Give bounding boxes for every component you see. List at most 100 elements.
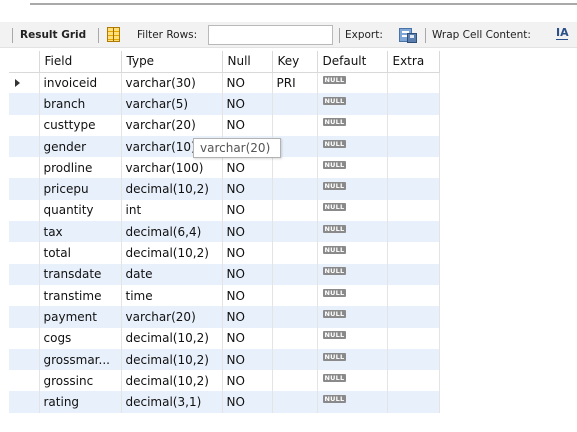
cell-type[interactable]: decimal(10,2)	[121, 327, 223, 349]
table-row[interactable]: tax decimal(6,4) NO NULL	[9, 221, 440, 243]
cell-extra[interactable]	[387, 199, 440, 222]
row-marker[interactable]	[9, 327, 40, 349]
cell-default[interactable]: NULL	[317, 242, 388, 264]
cell-key[interactable]	[272, 157, 318, 179]
cell-null[interactable]: NO	[222, 391, 273, 413]
cell-type[interactable]: time	[121, 284, 223, 307]
table-row[interactable]: total decimal(10,2) NO NULL	[9, 242, 440, 264]
export-icon[interactable]	[397, 26, 419, 44]
cell-field[interactable]: prodline	[39, 157, 122, 179]
cell-null[interactable]: NO	[222, 221, 273, 243]
cell-field[interactable]: gender	[39, 135, 122, 158]
row-marker[interactable]	[9, 178, 40, 200]
cell-field[interactable]: cogs	[39, 327, 122, 349]
row-marker[interactable]	[9, 348, 40, 371]
column-header-key[interactable]: Key	[272, 51, 318, 73]
cell-default[interactable]: NULL	[317, 221, 388, 243]
cell-null[interactable]: NO	[222, 263, 273, 285]
table-row[interactable]: grossmar... decimal(10,2) NO NULL	[9, 348, 440, 371]
table-row[interactable]: rating decimal(3,1) NO NULL	[9, 391, 440, 413]
row-marker[interactable]	[9, 263, 40, 285]
cell-key[interactable]	[272, 284, 318, 307]
cell-key[interactable]	[272, 370, 318, 392]
table-row[interactable]: invoiceid varchar(30) NO PRI NULL	[9, 72, 440, 94]
cell-key[interactable]	[272, 327, 318, 349]
cell-type[interactable]: varchar(30)	[121, 72, 223, 94]
cell-key[interactable]	[272, 306, 318, 328]
cell-key[interactable]	[272, 114, 318, 136]
cell-type[interactable]: decimal(10,2)	[121, 242, 223, 264]
table-row[interactable]: transdate date NO NULL	[9, 263, 440, 285]
cell-default[interactable]: NULL	[317, 114, 388, 136]
cell-default[interactable]: NULL	[317, 72, 388, 94]
cell-extra[interactable]	[387, 370, 440, 392]
cell-extra[interactable]	[387, 135, 440, 158]
column-header-type[interactable]: Type	[121, 51, 223, 73]
cell-default[interactable]: NULL	[317, 284, 388, 307]
cell-type[interactable]: decimal(10,2)	[121, 370, 223, 392]
cell-default[interactable]: NULL	[317, 391, 388, 413]
cell-default[interactable]: NULL	[317, 135, 388, 158]
cell-field[interactable]: grossmar...	[39, 348, 122, 371]
cell-null[interactable]: NO	[222, 114, 273, 136]
cell-field[interactable]: total	[39, 242, 122, 264]
cell-null[interactable]: NO	[222, 72, 273, 94]
cell-type[interactable]: decimal(6,4)	[121, 221, 223, 243]
cell-default[interactable]: NULL	[317, 348, 388, 371]
cell-default[interactable]: NULL	[317, 306, 388, 328]
cell-default[interactable]: NULL	[317, 263, 388, 285]
cell-type[interactable]: varchar(20)	[121, 114, 223, 136]
cell-extra[interactable]	[387, 221, 440, 243]
cell-default[interactable]: NULL	[317, 93, 388, 115]
cell-type[interactable]: varchar(100)	[121, 157, 223, 179]
table-row[interactable]: payment varchar(20) NO NULL	[9, 306, 440, 328]
cell-extra[interactable]	[387, 114, 440, 136]
row-marker[interactable]	[9, 157, 40, 179]
cell-key[interactable]	[272, 348, 318, 371]
cell-type[interactable]: varchar(20)	[121, 306, 223, 328]
cell-key[interactable]	[272, 263, 318, 285]
column-header-null[interactable]: Null	[222, 51, 273, 73]
cell-field[interactable]: payment	[39, 306, 122, 328]
row-marker[interactable]	[9, 370, 40, 392]
cell-type[interactable]: decimal(10,2)	[121, 178, 223, 200]
cell-key[interactable]: PRI	[272, 72, 318, 94]
cell-field[interactable]: grossinc	[39, 370, 122, 392]
column-header-field[interactable]: Field	[39, 51, 122, 73]
cell-default[interactable]: NULL	[317, 370, 388, 392]
table-row[interactable]: transtime time NO NULL	[9, 284, 440, 307]
filter-rows-input[interactable]	[208, 25, 333, 45]
cell-default[interactable]: NULL	[317, 327, 388, 349]
row-marker[interactable]	[9, 72, 40, 94]
result-grid-icon[interactable]	[107, 27, 120, 42]
cell-extra[interactable]	[387, 391, 440, 413]
row-marker[interactable]	[9, 306, 40, 328]
cell-null[interactable]: NO	[222, 242, 273, 264]
row-marker[interactable]	[9, 391, 40, 413]
cell-field[interactable]: custtype	[39, 114, 122, 136]
table-row[interactable]: prodline varchar(100) NO NULL	[9, 157, 440, 179]
cell-extra[interactable]	[387, 348, 440, 371]
column-header-default[interactable]: Default	[317, 51, 388, 73]
cell-field[interactable]: pricepu	[39, 178, 122, 200]
cell-field[interactable]: tax	[39, 221, 122, 243]
row-marker[interactable]	[9, 114, 40, 136]
cell-type[interactable]: varchar(5)	[121, 93, 223, 115]
row-marker[interactable]	[9, 135, 40, 158]
row-marker[interactable]	[9, 93, 40, 115]
cell-null[interactable]: NO	[222, 348, 273, 371]
cell-extra[interactable]	[387, 263, 440, 285]
cell-field[interactable]: transdate	[39, 263, 122, 285]
cell-key[interactable]	[272, 391, 318, 413]
cell-extra[interactable]	[387, 93, 440, 115]
cell-field[interactable]: rating	[39, 391, 122, 413]
row-marker[interactable]	[9, 242, 40, 264]
cell-default[interactable]: NULL	[317, 199, 388, 222]
cell-type[interactable]: date	[121, 263, 223, 285]
cell-extra[interactable]	[387, 306, 440, 328]
cell-null[interactable]: NO	[222, 93, 273, 115]
cell-default[interactable]: NULL	[317, 157, 388, 179]
cell-extra[interactable]	[387, 157, 440, 179]
row-marker[interactable]	[9, 284, 40, 307]
cell-key[interactable]	[272, 199, 318, 222]
